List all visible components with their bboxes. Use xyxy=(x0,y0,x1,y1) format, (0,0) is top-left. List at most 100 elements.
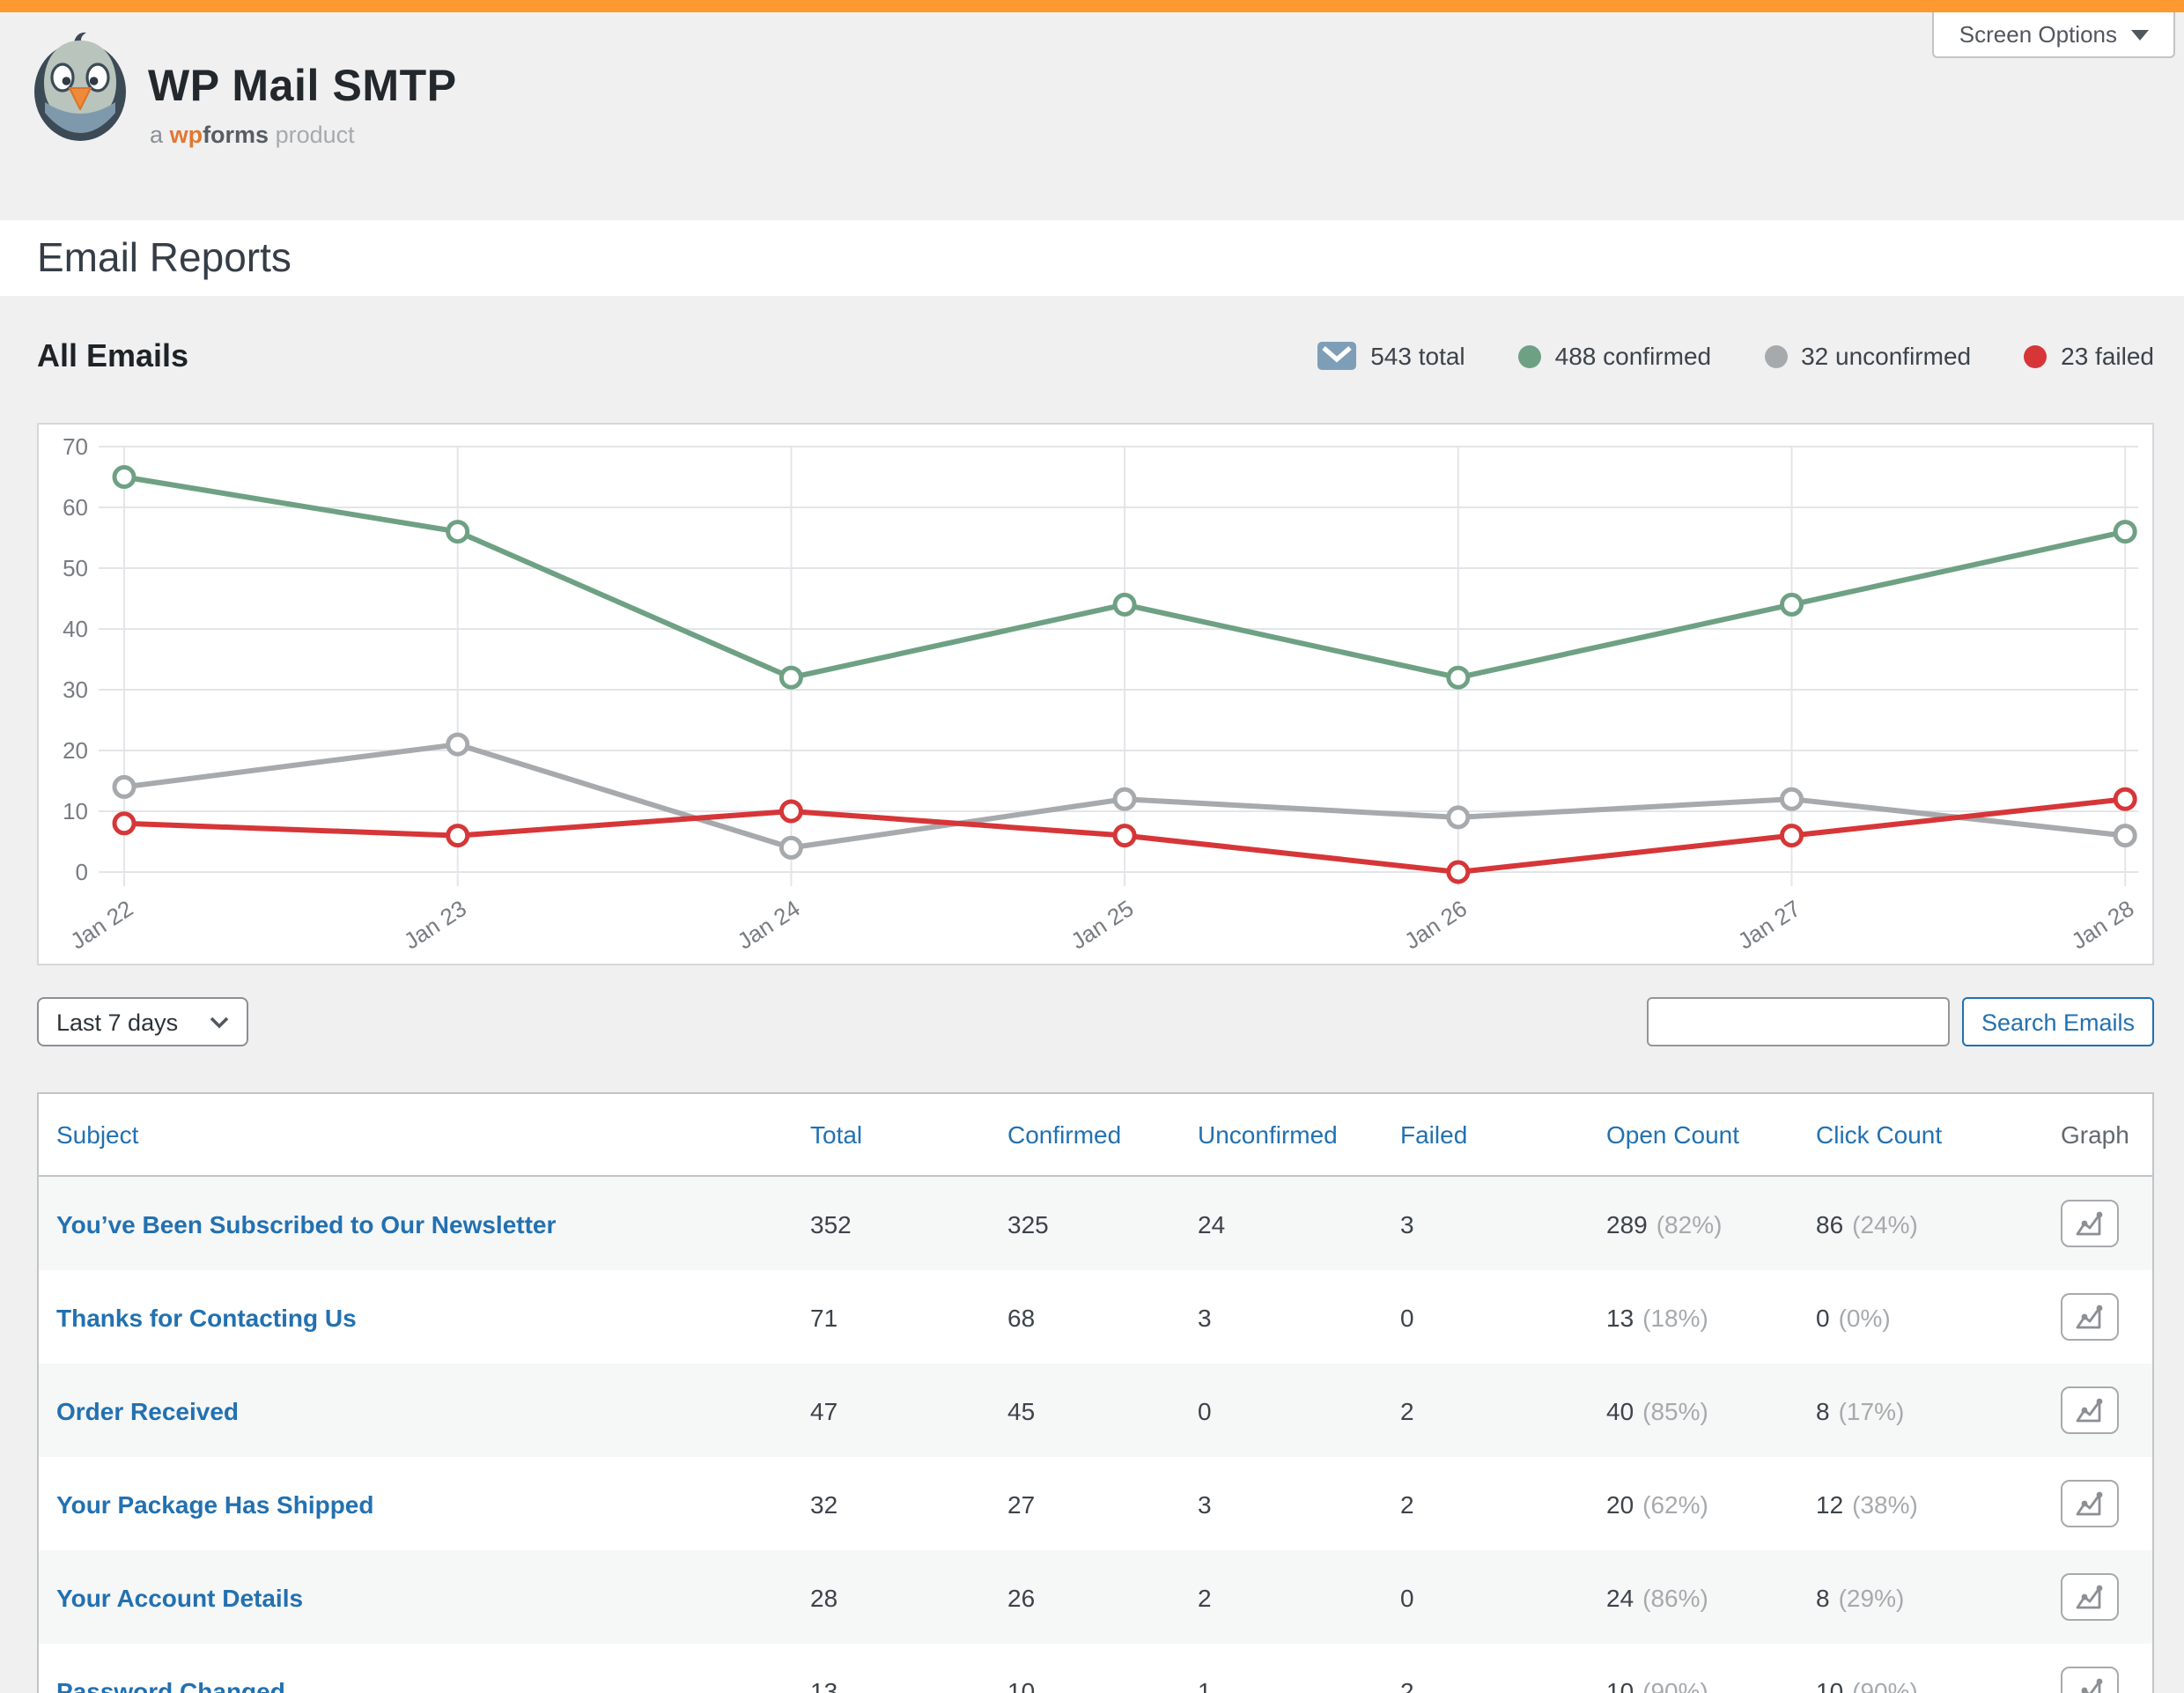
column-header-unconfirmed: Unconfirmed xyxy=(1180,1094,1383,1175)
click-count-value: 12 xyxy=(1816,1490,1843,1518)
svg-text:30: 30 xyxy=(63,676,88,703)
confirmed-cell: 27 xyxy=(990,1457,1180,1550)
click-count-value: 10 xyxy=(1816,1676,1843,1693)
column-sort-failed[interactable]: Failed xyxy=(1400,1120,1467,1149)
open-rate: (90%) xyxy=(1642,1676,1708,1693)
svg-text:Jan 23: Jan 23 xyxy=(399,895,471,955)
open-count-value: 40 xyxy=(1606,1396,1634,1424)
legend-text: 543 total xyxy=(1370,342,1465,370)
dot-icon xyxy=(2024,344,2047,367)
unconfirmed-cell: 2 xyxy=(1180,1550,1383,1644)
dot-icon xyxy=(1764,344,1787,367)
search-input[interactable] xyxy=(1647,997,1950,1046)
email-subject-link[interactable]: Your Account Details xyxy=(56,1583,303,1611)
graph-button[interactable] xyxy=(2061,1200,2119,1247)
failed-value: 2 xyxy=(1400,1490,1414,1518)
total-value: 47 xyxy=(810,1396,837,1424)
total-value: 13 xyxy=(810,1676,837,1693)
svg-text:10: 10 xyxy=(63,798,88,824)
subject-cell: Thanks for Contacting Us xyxy=(39,1270,793,1364)
column-label: Graph xyxy=(2061,1120,2129,1149)
click-count-cell: 12(38%) xyxy=(1798,1457,2043,1550)
email-subject-link[interactable]: Your Package Has Shipped xyxy=(56,1490,374,1518)
graph-cell xyxy=(2043,1177,2152,1270)
svg-text:Jan 22: Jan 22 xyxy=(65,895,137,955)
table-row: Thanks for Contacting Us71683013(18%)0(0… xyxy=(39,1270,2152,1364)
click-rate: (90%) xyxy=(1852,1676,1918,1693)
failed-value: 0 xyxy=(1400,1583,1414,1611)
email-reports-page: Screen Options WP Mail SMTP a wpforms pr… xyxy=(0,0,2184,1693)
failed-cell: 0 xyxy=(1383,1550,1589,1644)
section-head: All Emails 543 total488 confirmed32 unco… xyxy=(37,331,2154,381)
graph-button[interactable] xyxy=(2061,1386,2119,1434)
emails-line-chart: 010203040506070Jan 22Jan 23Jan 24Jan 25J… xyxy=(37,423,2154,965)
failed-cell: 0 xyxy=(1383,1270,1589,1364)
subject-cell: You’ve Been Subscribed to Our Newsletter xyxy=(39,1177,793,1270)
open-rate: (18%) xyxy=(1642,1303,1708,1331)
click-count-value: 8 xyxy=(1816,1396,1830,1424)
total-value: 71 xyxy=(810,1303,837,1331)
unconfirmed-value: 3 xyxy=(1198,1490,1212,1518)
confirmed-value: 10 xyxy=(1007,1676,1035,1693)
failed-value: 0 xyxy=(1400,1303,1414,1331)
svg-text:Jan 24: Jan 24 xyxy=(733,895,805,955)
unconfirmed-cell: 3 xyxy=(1180,1270,1383,1364)
email-reports-table: Subject Total Confirmed Unconfirmed Failed Op… xyxy=(37,1092,2154,1693)
failed-cell: 2 xyxy=(1383,1457,1589,1550)
legend-item-confirmed: 488 confirmed xyxy=(1518,342,1711,370)
failed-value: 3 xyxy=(1400,1209,1414,1238)
column-header-click-count: Click Count xyxy=(1798,1094,2043,1175)
total-cell: 13 xyxy=(793,1644,990,1693)
total-cell: 71 xyxy=(793,1270,990,1364)
open-count-cell: 13(18%) xyxy=(1589,1270,1798,1364)
unconfirmed-value: 2 xyxy=(1198,1583,1212,1611)
failed-cell: 2 xyxy=(1383,1644,1589,1693)
app-header: WP Mail SMTP a wpforms product xyxy=(0,12,2184,220)
date-range-select[interactable]: Last 7 days xyxy=(37,997,248,1046)
graph-button[interactable] xyxy=(2061,1573,2119,1621)
column-sort-subject[interactable]: Subject xyxy=(56,1120,138,1149)
total-cell: 32 xyxy=(793,1457,990,1550)
click-count-value: 8 xyxy=(1816,1583,1830,1611)
column-sort-open-count[interactable]: Open Count xyxy=(1606,1120,1739,1149)
graph-button[interactable] xyxy=(2061,1293,2119,1341)
click-count-cell: 8(17%) xyxy=(1798,1364,2043,1457)
tagline-suffix: product xyxy=(276,122,355,148)
total-value: 32 xyxy=(810,1490,837,1518)
svg-text:70: 70 xyxy=(63,433,88,460)
graph-cell xyxy=(2043,1550,2152,1644)
column-sort-total[interactable]: Total xyxy=(810,1120,862,1149)
click-count-value: 86 xyxy=(1816,1209,1843,1238)
email-subject-link[interactable]: Order Received xyxy=(56,1396,239,1424)
open-rate: (82%) xyxy=(1656,1209,1723,1238)
column-sort-click-count[interactable]: Click Count xyxy=(1816,1120,1942,1149)
graph-button[interactable] xyxy=(2061,1480,2119,1527)
search-emails-button[interactable]: Search Emails xyxy=(1962,997,2154,1046)
click-count-cell: 86(24%) xyxy=(1798,1177,2043,1270)
table-header-row: Subject Total Confirmed Unconfirmed Failed Op… xyxy=(39,1094,2152,1177)
graph-cell xyxy=(2043,1644,2152,1693)
open-count-cell: 289(82%) xyxy=(1589,1177,1798,1270)
email-subject-link[interactable]: Thanks for Contacting Us xyxy=(56,1303,357,1331)
total-value: 28 xyxy=(810,1583,837,1611)
open-rate: (86%) xyxy=(1642,1583,1708,1611)
open-rate: (62%) xyxy=(1642,1490,1708,1518)
graph-button[interactable] xyxy=(2061,1667,2119,1693)
tagline-forms: forms xyxy=(203,122,269,148)
failed-value: 2 xyxy=(1400,1396,1414,1424)
page-title-bar: Email Reports xyxy=(0,220,2184,296)
column-sort-unconfirmed[interactable]: Unconfirmed xyxy=(1198,1120,1338,1149)
table-row: Password Changed13101210(90%)10(90%) xyxy=(39,1644,2152,1693)
email-subject-link[interactable]: Password Changed xyxy=(56,1676,285,1693)
table-row: Your Package Has Shipped32273220(62%)12(… xyxy=(39,1457,2152,1550)
open-count-value: 24 xyxy=(1606,1583,1634,1611)
column-sort-confirmed[interactable]: Confirmed xyxy=(1007,1120,1121,1149)
graph-cell xyxy=(2043,1364,2152,1457)
open-count-cell: 10(90%) xyxy=(1589,1644,1798,1693)
column-header-subject: Subject xyxy=(39,1094,793,1175)
email-subject-link[interactable]: You’ve Been Subscribed to Our Newsletter xyxy=(56,1209,556,1238)
failed-cell: 3 xyxy=(1383,1177,1589,1270)
unconfirmed-cell: 24 xyxy=(1180,1177,1383,1270)
table-row: You’ve Been Subscribed to Our Newsletter… xyxy=(39,1177,2152,1270)
click-rate: (29%) xyxy=(1839,1583,1905,1611)
